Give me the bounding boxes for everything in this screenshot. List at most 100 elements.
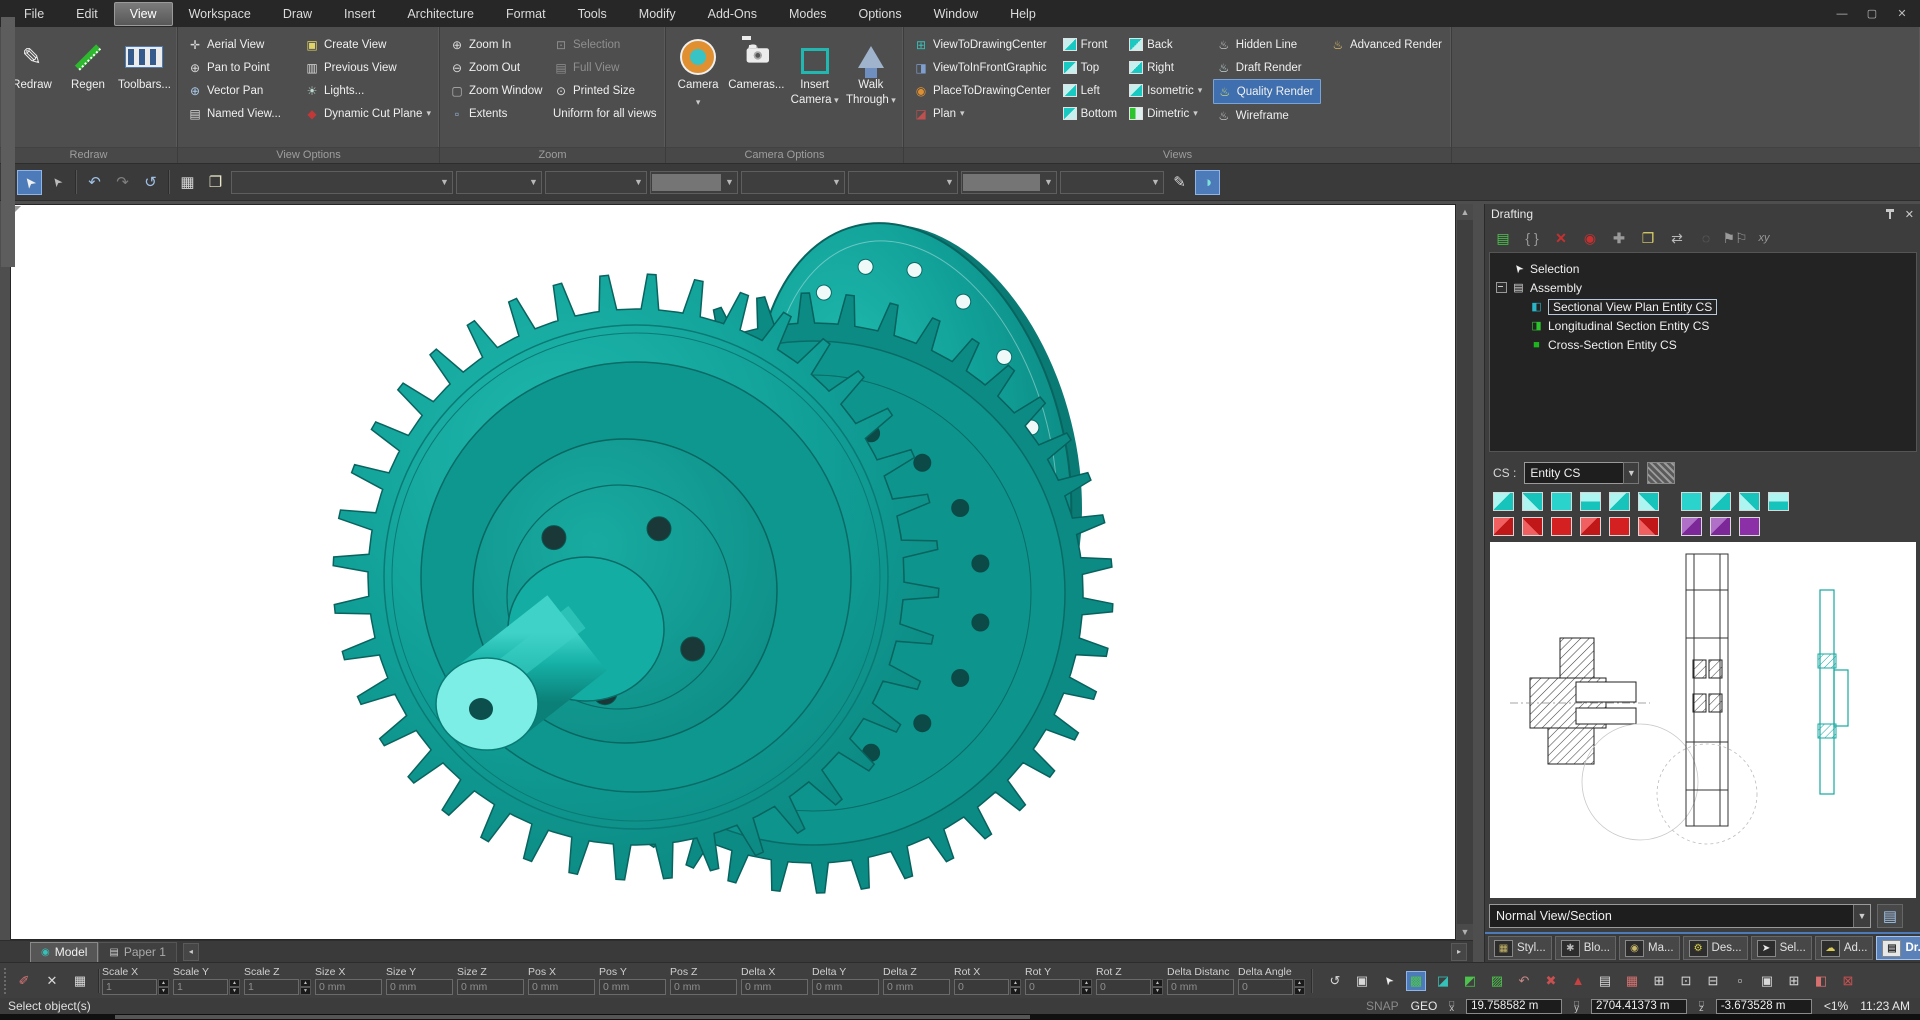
tab-styles[interactable]: ▦Styl... xyxy=(1488,936,1552,960)
copy-section-icon[interactable]: ❐ xyxy=(1638,228,1658,248)
refresh-disabled-icon[interactable]: ◌ xyxy=(1696,228,1716,248)
scroll-up-arrow[interactable]: ▲ xyxy=(1457,204,1473,220)
view-bottom-button[interactable]: Bottom xyxy=(1060,102,1120,125)
pin-icon[interactable] xyxy=(1885,208,1895,220)
delta-y-input[interactable]: 0 mm xyxy=(812,979,879,995)
menu-insert[interactable]: Insert xyxy=(328,2,391,26)
cs-cube-icon[interactable] xyxy=(1609,517,1630,536)
collapse-expander-icon[interactable] xyxy=(1496,282,1507,293)
regen-button[interactable]: Regen xyxy=(62,33,114,92)
braces-icon[interactable]: { } xyxy=(1522,228,1542,248)
menu-options[interactable]: Options xyxy=(843,2,918,26)
combo-3[interactable]: ▼ xyxy=(545,171,647,194)
y-axis-checkbox[interactable]: □y xyxy=(1574,1001,1579,1011)
camera-button[interactable]: Camera xyxy=(672,33,724,108)
menu-modify[interactable]: Modify xyxy=(623,2,692,26)
grid-lock-icon[interactable]: ⊞ xyxy=(1784,971,1804,991)
cube-faces-icon[interactable]: ▣ xyxy=(1352,971,1372,991)
view-back-button[interactable]: Back xyxy=(1126,33,1207,56)
pointer-mode-icon[interactable]: ➤ xyxy=(1379,971,1399,991)
tree-item-longitudinal-section[interactable]: ◨ Longitudinal Section Entity CS xyxy=(1490,316,1916,335)
cs-cube-icon[interactable] xyxy=(1609,492,1630,511)
xy-settings-icon[interactable]: xy xyxy=(1754,228,1774,248)
menu-addons[interactable]: Add-Ons xyxy=(692,2,773,26)
flags-icon[interactable]: ⚑⚐ xyxy=(1725,228,1745,248)
cs-cube-icon[interactable] xyxy=(1638,492,1659,511)
size-x-input[interactable]: 0 mm xyxy=(315,979,382,995)
wireframe-button[interactable]: Wireframe xyxy=(1213,104,1321,127)
node-select-tool-button[interactable]: ➤ xyxy=(45,170,70,195)
coord-y-value[interactable]: 2704.41373 m xyxy=(1591,999,1687,1014)
menu-view[interactable]: View xyxy=(114,2,173,26)
combo-7[interactable]: ▼ xyxy=(961,171,1057,194)
combo-8[interactable]: ▼ xyxy=(1060,171,1164,194)
style-pencil-button[interactable]: ✎ xyxy=(1167,170,1192,195)
hatch-toggle-button[interactable] xyxy=(1647,462,1675,484)
uniform-all-views-button[interactable]: Uniform for all views xyxy=(550,102,660,125)
combo-6[interactable]: ▼ xyxy=(848,171,958,194)
cs-cube-icon[interactable] xyxy=(1638,517,1659,536)
crossing-red-icon[interactable]: ⊠ xyxy=(1838,971,1858,991)
scale-z-input[interactable]: 1 xyxy=(244,979,299,995)
tree-item-cross-section[interactable]: ■ Cross-Section Entity CS xyxy=(1490,335,1916,354)
copy-snap-icon[interactable]: ▫ xyxy=(1730,971,1750,991)
delta-z-input[interactable]: 0 mm xyxy=(883,979,950,995)
maximize-button[interactable]: ▢ xyxy=(1858,7,1886,20)
undo-button[interactable]: ↶ xyxy=(82,170,107,195)
cs-cube-icon[interactable] xyxy=(1551,517,1572,536)
orbit-icon[interactable]: ↺ xyxy=(1325,971,1345,991)
grid-red-icon[interactable]: ▦ xyxy=(1622,971,1642,991)
undo-selection-icon[interactable]: ↶ xyxy=(1514,971,1534,991)
tab-advanced[interactable]: ☁Ad... xyxy=(1815,936,1874,960)
rot-z-input[interactable]: 0 xyxy=(1096,979,1151,995)
view-left-button[interactable]: Left xyxy=(1060,79,1120,102)
hidden-line-button[interactable]: Hidden Line xyxy=(1213,33,1321,56)
cs-combo[interactable]: Entity CS xyxy=(1524,462,1624,484)
cs-cube-icon[interactable] xyxy=(1710,492,1731,511)
warning-icon[interactable]: ▲ xyxy=(1568,971,1588,991)
select-lasso-mode-icon[interactable]: ▨ xyxy=(1487,971,1507,991)
cs-cube-icon[interactable] xyxy=(1522,492,1543,511)
cs-cube-icon[interactable] xyxy=(1710,517,1731,536)
tab-design[interactable]: ⚙Des... xyxy=(1683,936,1748,960)
cs-cube-icon[interactable] xyxy=(1768,492,1789,511)
refresh-loop-button[interactable]: ↺ xyxy=(138,170,163,195)
menu-file[interactable]: File xyxy=(8,2,60,26)
cs-cube-icon[interactable] xyxy=(1522,517,1543,536)
view-dimetric-button[interactable]: Dimetric xyxy=(1126,102,1207,125)
menu-format[interactable]: Format xyxy=(490,2,562,26)
pan-to-point-button[interactable]: Pan to Point xyxy=(184,56,295,79)
cs-cube-icon[interactable] xyxy=(1580,517,1601,536)
rot-x-spinner[interactable]: ▲▼ xyxy=(1010,979,1021,995)
printed-size-button[interactable]: Printed Size xyxy=(550,79,660,102)
menu-window[interactable]: Window xyxy=(918,2,994,26)
lights-button[interactable]: Lights... xyxy=(301,79,433,102)
delete-icon[interactable]: ✕ xyxy=(1551,228,1571,248)
scale-x-spinner[interactable]: ▲▼ xyxy=(158,979,169,995)
bottom-scroll-strip[interactable] xyxy=(0,1014,1920,1020)
table-grid-button[interactable]: ▦ xyxy=(175,170,200,195)
cs-combo-arrow[interactable]: ▼ xyxy=(1623,462,1639,484)
grid-minus-icon[interactable]: ⊟ xyxy=(1703,971,1723,991)
previous-view-button[interactable]: Previous View xyxy=(301,56,433,79)
tree-item-sectional-view-plan[interactable]: ◧ Sectional View Plan Entity CS xyxy=(1490,297,1916,316)
zoom-extents-button[interactable]: Extents xyxy=(446,102,544,125)
view-mode-settings-icon[interactable]: ▤ xyxy=(1877,904,1903,928)
tab-blocks[interactable]: ✱Blo... xyxy=(1555,936,1616,960)
insert-camera-button[interactable]: Insert Camera xyxy=(789,33,841,107)
view-right-button[interactable]: Right xyxy=(1126,56,1207,79)
sheet-scroll-left-arrow[interactable]: ◂ xyxy=(183,943,199,961)
view-to-drawing-center-button[interactable]: ViewToDrawingCenter xyxy=(910,33,1054,56)
select-crossing-mode-icon[interactable]: ◪ xyxy=(1433,971,1453,991)
close-button[interactable]: ✕ xyxy=(1888,7,1916,20)
snap-toggle[interactable]: SNAP xyxy=(1366,999,1399,1013)
cs-cube-icon[interactable] xyxy=(1493,492,1514,511)
combo-4[interactable]: ▼ xyxy=(650,171,738,194)
x-axis-checkbox[interactable]: □x xyxy=(1449,1001,1454,1011)
camera-dropdown-arrow[interactable] xyxy=(696,94,701,108)
paint-properties-icon[interactable]: ✐ xyxy=(14,971,34,991)
tree-item-selection[interactable]: ➤ Selection xyxy=(1490,259,1916,278)
place-to-drawing-center-button[interactable]: PlaceToDrawingCenter xyxy=(910,79,1054,102)
zoom-out-button[interactable]: Zoom Out xyxy=(446,56,544,79)
layers-button[interactable]: ❐ xyxy=(203,170,228,195)
